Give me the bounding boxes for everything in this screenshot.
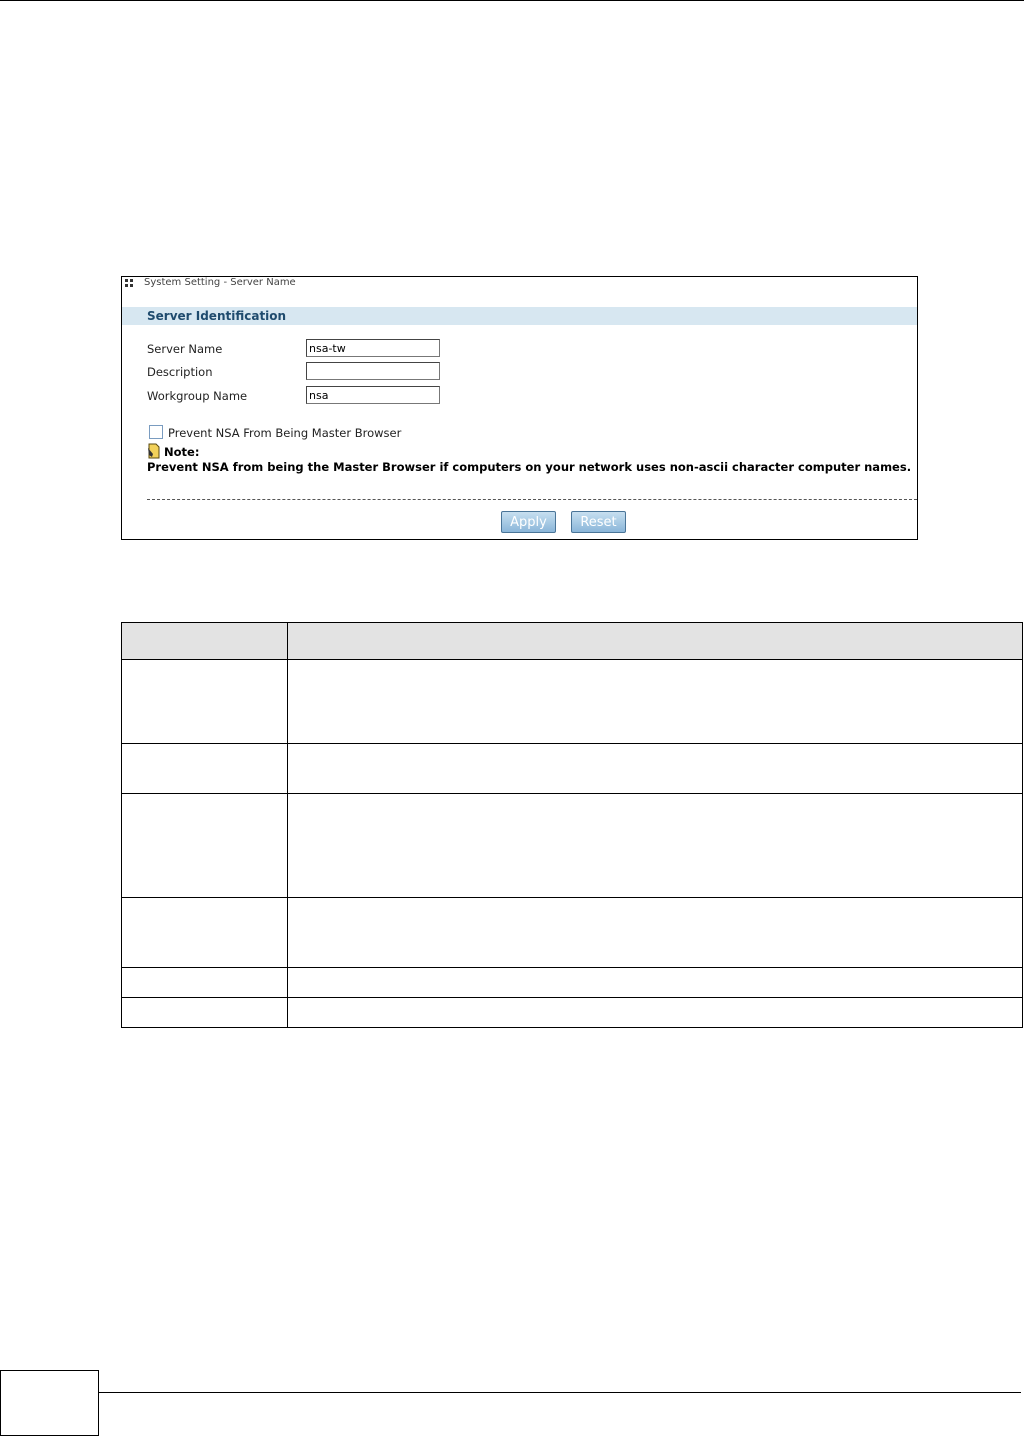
table-cell [121, 967, 288, 998]
table-cell [287, 897, 1023, 968]
footer-rule [99, 1392, 1021, 1393]
table-row [121, 743, 1023, 794]
grid-icon [125, 279, 134, 288]
prevent-master-browser-checkbox[interactable] [149, 425, 163, 439]
table-cell [287, 967, 1023, 998]
table-cell [287, 743, 1023, 794]
apply-button[interactable]: Apply [501, 511, 556, 533]
note-text: Prevent NSA from being the Master Browse… [147, 460, 912, 474]
table-header-row [121, 622, 1023, 660]
panel-title: System Setting - Server Name [144, 277, 296, 288]
table-cell [121, 793, 288, 898]
table-cell [287, 659, 1023, 744]
description-label: Description [147, 365, 213, 379]
panel-title-row: System Setting - Server Name [122, 277, 917, 295]
section-title: Server Identification [147, 309, 287, 323]
table-row [121, 793, 1023, 898]
reset-button[interactable]: Reset [571, 511, 626, 533]
table-header-cell [287, 622, 1023, 660]
table-row [121, 997, 1023, 1028]
note-icon [148, 443, 160, 459]
field-description-table [121, 622, 1023, 1028]
divider [147, 499, 917, 500]
table-header-cell [121, 622, 288, 660]
note-label: Note: [164, 445, 200, 459]
table-row [121, 967, 1023, 998]
page-number-box [0, 1370, 99, 1436]
table-cell [287, 997, 1023, 1028]
server-name-input[interactable] [306, 339, 440, 357]
table-cell [121, 743, 288, 794]
workgroup-name-label: Workgroup Name [147, 389, 248, 403]
prevent-master-browser-label: Prevent NSA From Being Master Browser [168, 426, 402, 440]
table-row [121, 659, 1023, 744]
page-top-rule [0, 0, 1024, 1]
server-name-screen: System Setting - Server Name Server Iden… [121, 276, 918, 540]
table-cell [121, 997, 288, 1028]
description-input[interactable] [306, 362, 440, 380]
server-name-label: Server Name [147, 342, 223, 356]
table-row [121, 897, 1023, 968]
table-cell [121, 897, 288, 968]
section-header: Server Identification [122, 307, 917, 325]
table-cell [287, 793, 1023, 898]
workgroup-name-input[interactable] [306, 386, 440, 404]
table-cell [121, 659, 288, 744]
